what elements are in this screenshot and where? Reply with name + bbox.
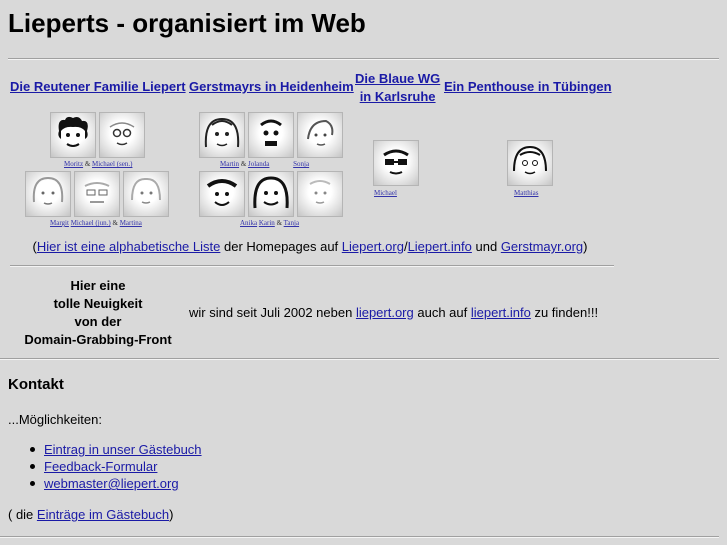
news-heading-line1: Hier eine <box>70 278 126 293</box>
contact-heading: Kontakt <box>8 376 64 393</box>
caption-link-michael-sen[interactable]: Michael (sen.) <box>92 160 132 168</box>
caption-link-michael-jun[interactable]: Michael (jun.) <box>71 219 111 227</box>
face-martin-image[interactable] <box>199 112 245 158</box>
link-guestbook-entry[interactable]: Eintrag in unser Gästebuch <box>44 442 202 457</box>
caption-link-jolanda[interactable]: Jolanda <box>248 160 269 168</box>
contact-intro: ...Möglichkeiten: <box>8 412 102 427</box>
caption-link-matthias[interactable]: Matthias <box>514 189 539 197</box>
caption-link-martina[interactable]: Martina <box>120 219 142 227</box>
page-title: Lieperts - organisiert im Web <box>8 8 366 38</box>
link-penthouse-tuebingen[interactable]: Ein Penthouse in Tübingen <box>444 79 612 94</box>
face-anika-image[interactable] <box>199 171 245 217</box>
face-martina-image[interactable] <box>123 171 169 217</box>
face-michael-wg-image[interactable] <box>373 140 419 186</box>
bullet-icon <box>30 481 35 486</box>
news-text: wir sind seit Juli 2002 neben liepert.or… <box>189 305 598 320</box>
face-sonja-image[interactable] <box>297 112 343 158</box>
caption-amp-3: & <box>240 160 247 168</box>
news-heading-line4: Domain-Grabbing-Front <box>24 332 172 347</box>
list-text-mid: der Homepages auf <box>220 239 342 254</box>
link-news-liepert-info[interactable]: liepert.info <box>471 305 531 320</box>
list-item: Feedback-Formular <box>30 458 202 475</box>
link-blaue-wg-line1: Die Blaue WG <box>355 71 441 86</box>
list-item: Eintrag in unser Gästebuch <box>30 441 202 458</box>
face-margit-image[interactable] <box>25 171 71 217</box>
link-gerstmayr-org[interactable]: Gerstmayr.org <box>501 239 583 254</box>
news-text-mid: auch auf <box>413 305 471 320</box>
caption-amp-2: & <box>112 219 118 227</box>
face-jolanda-image[interactable] <box>248 112 294 158</box>
caption-link-karin[interactable]: Karin <box>259 219 275 227</box>
bullet-icon <box>30 447 35 452</box>
caption-heidenheim-row2: Anika Karin & Tanja <box>240 219 299 227</box>
divider-news <box>0 358 719 360</box>
face-tanja-image[interactable] <box>297 171 343 217</box>
link-webmaster-email[interactable]: webmaster@liepert.org <box>44 476 179 491</box>
caption-reutlingen-row1: Moritz & Michael (sen.) <box>64 160 132 168</box>
gb-open: ( die <box>8 507 37 522</box>
link-alphabetical-list[interactable]: Hier ist eine alphabetische Liste <box>37 239 221 254</box>
caption-link-tanja[interactable]: Tanja <box>284 219 299 227</box>
divider-top <box>8 58 719 60</box>
news-heading-line3: von der <box>74 314 122 329</box>
link-blaue-wg-line2: in Karlsruhe <box>359 89 436 104</box>
caption-penthouse: Matthias <box>514 189 539 197</box>
link-blaue-wg[interactable]: Die Blaue WG in Karlsruhe <box>355 70 440 106</box>
caption-amp-4: & <box>276 219 283 227</box>
paren-close: ) <box>583 239 588 254</box>
caption-wg: Michael <box>374 189 397 197</box>
face-moritz-image[interactable] <box>50 112 96 158</box>
news-heading-line2: tolle Neuigkeit <box>53 296 143 311</box>
bullet-icon <box>30 464 35 469</box>
list-text-and: und <box>471 239 501 254</box>
news-text-after: zu finden!!! <box>530 305 599 320</box>
caption-link-michael-wg[interactable]: Michael <box>374 189 397 197</box>
caption-heidenheim-row1: Martin & Jolanda Sonja <box>220 160 309 168</box>
guestbook-line: ( die Einträge im Gästebuch) <box>8 507 173 522</box>
list-item: webmaster@liepert.org <box>30 475 202 492</box>
gb-close: ) <box>169 507 174 522</box>
link-guestbook-entries[interactable]: Einträge im Gästebuch <box>37 507 169 522</box>
caption-reutlingen-row2: Margit Michael (jun.) & Martina <box>50 219 142 227</box>
news-text-before: wir sind seit Juli 2002 neben <box>189 305 356 320</box>
caption-link-martin[interactable]: Martin <box>220 160 239 168</box>
caption-amp: & <box>84 160 91 168</box>
link-reutener-familie[interactable]: Die Reutener Familie Liepert <box>10 79 186 94</box>
caption-link-moritz[interactable]: Moritz <box>64 160 83 168</box>
alphabetical-list-line: (Hier ist eine alphabetische Liste der H… <box>0 239 620 254</box>
link-gerstmayrs-heidenheim[interactable]: Gerstmayrs in Heidenheim <box>189 79 354 94</box>
link-liepert-org[interactable]: Liepert.org <box>342 239 404 254</box>
contact-list: Eintrag in unser Gästebuch Feedback-Form… <box>30 441 202 492</box>
face-michael-sen-image[interactable] <box>99 112 145 158</box>
face-michael-jun-image[interactable] <box>74 171 120 217</box>
face-matthias-image[interactable] <box>507 140 553 186</box>
caption-link-anika[interactable]: Anika <box>240 219 257 227</box>
link-feedback-form[interactable]: Feedback-Formular <box>44 459 157 474</box>
caption-link-sonja[interactable]: Sonja <box>293 160 309 168</box>
link-news-liepert-org[interactable]: liepert.org <box>356 305 414 320</box>
divider-bottom <box>0 536 719 538</box>
link-liepert-info[interactable]: Liepert.info <box>408 239 472 254</box>
caption-link-margit[interactable]: Margit <box>50 219 69 227</box>
face-karin-image[interactable] <box>248 171 294 217</box>
news-heading: Hier eine tolle Neuigkeit von der Domain… <box>18 277 178 349</box>
divider-mid <box>10 265 614 267</box>
